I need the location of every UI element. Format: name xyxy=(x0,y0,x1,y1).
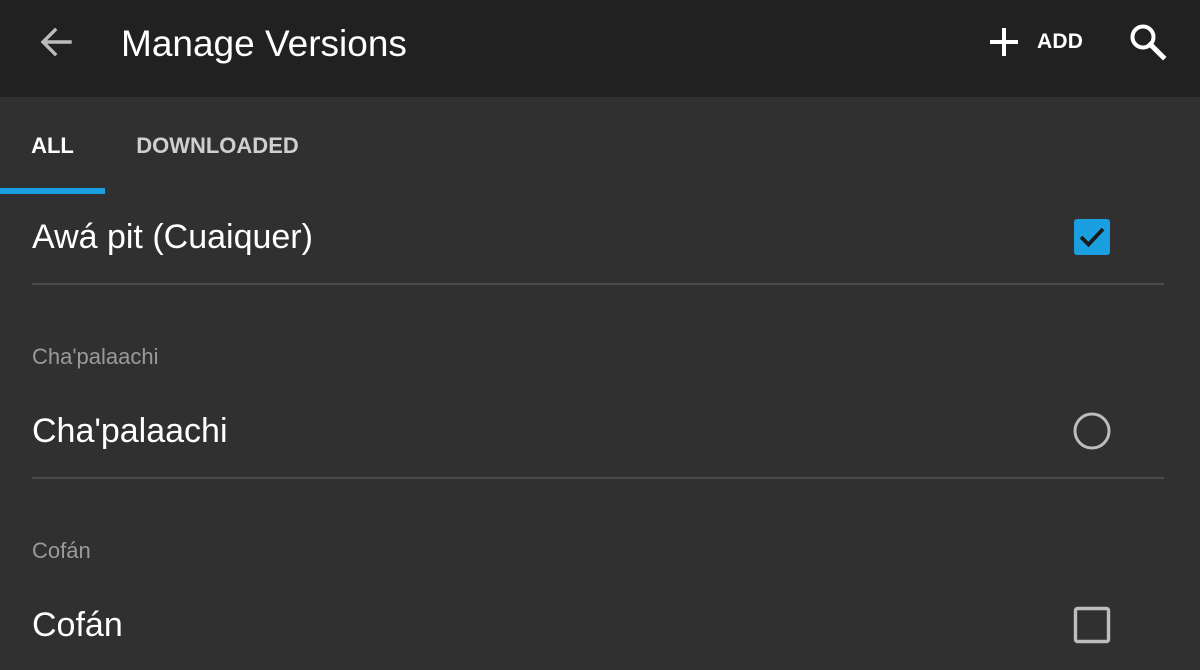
divider xyxy=(32,283,1164,285)
back-arrow-icon xyxy=(40,27,72,57)
tab-downloaded[interactable]: DOWNLOADED xyxy=(105,97,330,194)
section-header: Cha'palaachi xyxy=(32,344,159,369)
radio-unchecked-icon xyxy=(1073,412,1111,450)
version-name: Cofán xyxy=(32,606,123,644)
version-checkbox[interactable] xyxy=(1072,605,1112,645)
search-icon xyxy=(1130,24,1167,61)
search-button[interactable] xyxy=(1126,20,1170,64)
page-title: Manage Versions xyxy=(121,23,407,64)
tab-bar: ALL DOWNLOADED xyxy=(0,97,1200,194)
list-item[interactable]: Cofán xyxy=(0,580,1200,670)
list-item[interactable]: Awá pit (Cuaiquer) xyxy=(0,192,1200,282)
divider xyxy=(32,477,1164,479)
tab-all[interactable]: ALL xyxy=(0,97,105,194)
version-name: Cha'palaachi xyxy=(32,412,228,450)
section-header: Cofán xyxy=(32,538,91,563)
checkbox-checked-icon xyxy=(1074,219,1110,255)
plus-icon xyxy=(986,24,1022,60)
version-radio[interactable] xyxy=(1072,411,1112,451)
app-bar: Manage Versions ADD xyxy=(0,0,1200,97)
add-button[interactable]: ADD xyxy=(986,24,1083,60)
add-button-label: ADD xyxy=(1037,30,1084,53)
checkbox-unchecked-icon xyxy=(1073,606,1111,644)
back-button[interactable] xyxy=(36,22,76,62)
version-checkbox[interactable] xyxy=(1072,217,1112,257)
version-name: Awá pit (Cuaiquer) xyxy=(32,218,313,256)
list-item[interactable]: Cha'palaachi xyxy=(0,386,1200,476)
